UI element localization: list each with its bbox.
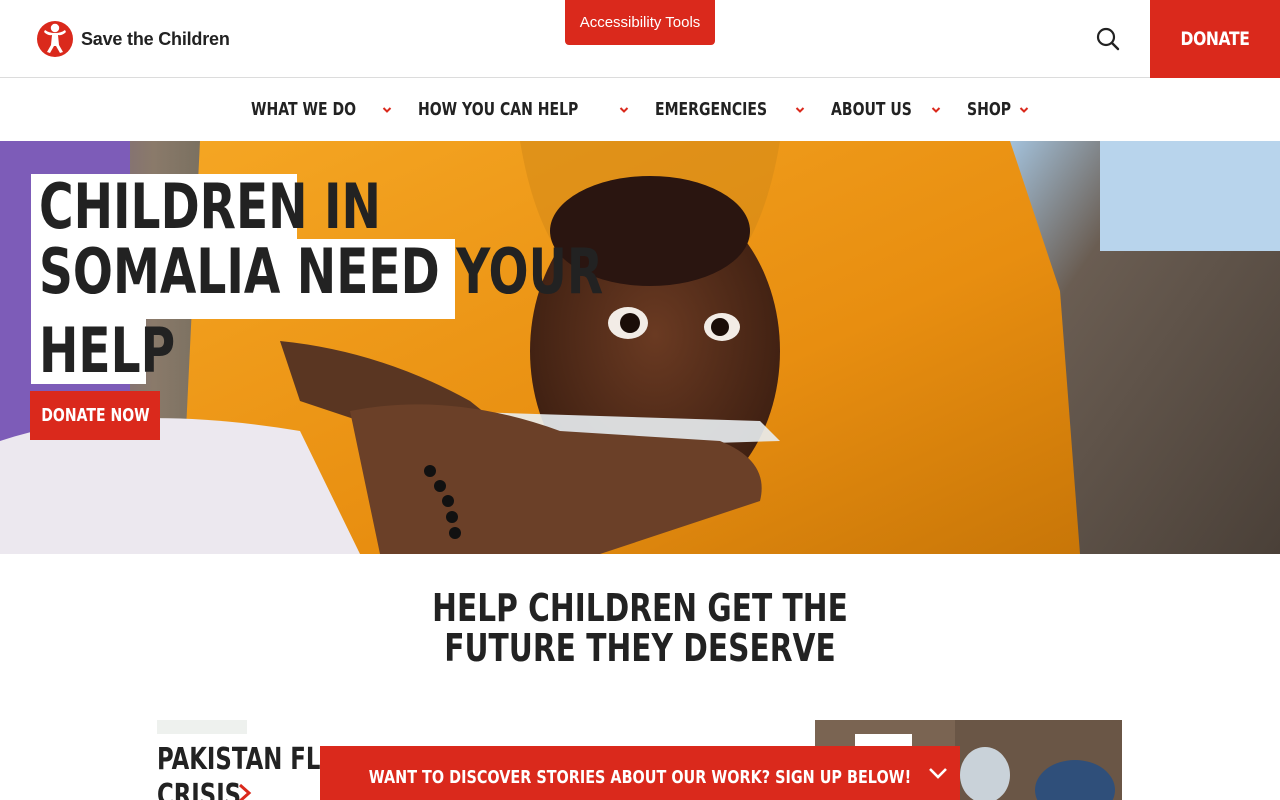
- nav-item-emergencies[interactable]: EMERGENCIES: [655, 78, 805, 141]
- search-button[interactable]: [1094, 25, 1122, 53]
- donate-button[interactable]: DONATE: [1150, 0, 1280, 78]
- hero-title-line: HELP: [31, 318, 175, 384]
- nav-item-how-you-can-help[interactable]: HOW YOU CAN HELP: [418, 78, 630, 141]
- hero-title-line: SOMALIA NEED YOUR: [31, 239, 603, 319]
- save-the-children-logo-icon: [37, 21, 73, 57]
- section-title: HELP CHILDREN GET THE FUTURE THEY DESERV…: [432, 586, 848, 670]
- nav-item-label: EMERGENCIES: [655, 99, 768, 120]
- logo-text: Save the Children: [81, 28, 230, 49]
- donate-now-label: DONATE NOW: [40, 405, 150, 426]
- chevron-down-icon: [382, 106, 391, 113]
- chevron-down-icon: [1019, 106, 1029, 113]
- nav-item-shop[interactable]: SHOP: [967, 78, 1030, 141]
- nav-item-label: SHOP: [966, 99, 1011, 120]
- chevron-down-icon[interactable]: [928, 766, 948, 780]
- chevron-down-icon: [619, 106, 629, 113]
- donate-now-button[interactable]: DONATE NOW: [30, 391, 160, 440]
- signup-banner-text: WANT TO DISCOVER STORIES ABOUT OUR WORK?…: [368, 766, 912, 788]
- chevron-right-icon: [239, 783, 252, 800]
- accessibility-tools-button[interactable]: Accessibility Tools: [565, 0, 715, 45]
- card-image-strip: [157, 720, 247, 734]
- logo[interactable]: Save the Children: [35, 19, 230, 59]
- donate-button-label: DONATE: [1180, 28, 1250, 50]
- nav-item-about-us[interactable]: ABOUT US: [831, 78, 941, 141]
- nav-item-label: HOW YOU CAN HELP: [417, 99, 578, 120]
- nav-item-label: WHAT WE DO: [250, 99, 356, 120]
- main-nav: WHAT WE DO HOW YOU CAN HELP EMERGENCIES …: [0, 78, 1280, 141]
- chevron-down-icon: [931, 106, 940, 113]
- chevron-down-icon: [795, 106, 805, 113]
- search-icon: [1096, 27, 1120, 51]
- nav-item-what-we-do[interactable]: WHAT WE DO: [251, 78, 392, 141]
- newsletter-signup-banner[interactable]: WANT TO DISCOVER STORIES ABOUT OUR WORK?…: [320, 746, 960, 800]
- site-header: Save the Children Accessibility Tools DO…: [0, 0, 1280, 78]
- hero-title-line: CHILDREN IN: [31, 174, 381, 240]
- nav-item-label: ABOUT US: [830, 99, 912, 120]
